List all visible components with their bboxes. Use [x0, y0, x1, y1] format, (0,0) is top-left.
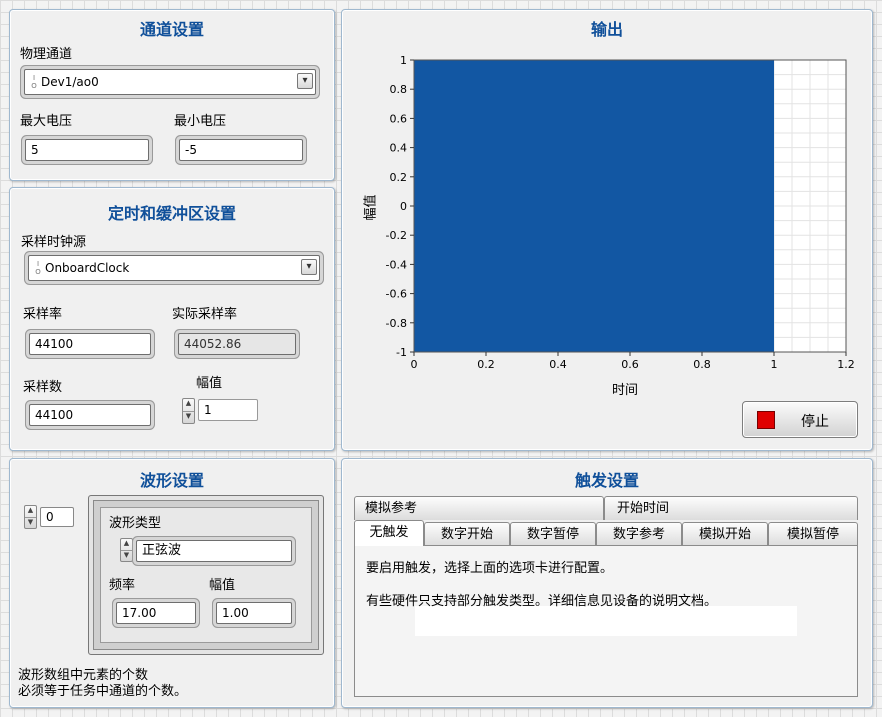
x-axis-ticks: 0 0.2 0.4 0.6 0.8 1 1.2: [411, 352, 855, 371]
y-tick-label: 1: [400, 54, 407, 67]
arrow-down-icon[interactable]: ▼: [183, 411, 194, 423]
trigger-info-text-2: 有些硬件只支持部分触发类型。详细信息见设备的说明文档。: [366, 594, 718, 609]
stop-button[interactable]: 停止: [742, 401, 858, 438]
waveform-type-label: 波形类型: [109, 516, 162, 531]
x-tick-label: 0.2: [477, 358, 495, 371]
x-tick-label: 0: [411, 358, 418, 371]
y-tick-label: -0.6: [386, 288, 407, 301]
tab-analog-pause[interactable]: 模拟暂停: [768, 522, 858, 546]
clock-source-value: OnboardClock: [45, 261, 130, 275]
tab-digital-reference[interactable]: 数字参考: [596, 522, 682, 546]
y-tick-label: -0.4: [386, 258, 407, 271]
physical-channel-label: 物理通道: [20, 47, 73, 62]
tab-start-time[interactable]: 开始时间: [604, 496, 858, 520]
waveform-settings-title: 波形设置: [139, 471, 204, 490]
output-panel: 输出 1 0.8 0.6 0.4 0.2 0 -0.2 -0.4 -0.6 -0.8 -1 0 0.2…: [341, 9, 873, 451]
sample-rate-input[interactable]: 44100: [29, 333, 151, 355]
x-tick-label: 0.6: [621, 358, 639, 371]
tab-no-trigger[interactable]: 无触发: [354, 520, 424, 546]
y-tick-label: -0.2: [386, 229, 407, 242]
trigger-info-text-1: 要启用触发，选择上面的选项卡进行配置。: [366, 561, 614, 576]
trigger-settings-panel: 触发设置 模拟参考 开始时间 无触发 数字开始 数字暂停 数字参考 模拟开始 模…: [341, 458, 873, 708]
amplitude-stepper[interactable]: ▲ ▼: [182, 398, 195, 424]
y-axis-label: 幅值: [363, 194, 379, 221]
clock-source-label: 采样时钟源: [21, 235, 87, 250]
y-axis-ticks: 1 0.8 0.6 0.4 0.2 0 -0.2 -0.4 -0.6 -0.8 -1: [386, 54, 414, 359]
y-tick-label: 0.2: [390, 171, 408, 184]
arrow-up-icon[interactable]: ▲: [183, 399, 194, 411]
chevron-down-icon[interactable]: ▾: [301, 259, 317, 275]
timing-buffer-title: 定时和缓冲区设置: [107, 204, 236, 223]
waveform-type-stepper[interactable]: ▲ ▼: [120, 538, 133, 562]
stop-icon: [757, 411, 775, 429]
waveform-settings-panel: 波形设置 ▲ ▼ 0 波形类型 ▲ ▼ 正弦波 频率 17.00 幅值 1.00…: [9, 458, 335, 708]
arrow-down-icon[interactable]: ▼: [25, 517, 36, 528]
amplitude-input[interactable]: 1: [198, 399, 258, 421]
tab-analog-reference[interactable]: 模拟参考: [354, 496, 604, 520]
min-voltage-input[interactable]: -5: [179, 139, 303, 161]
array-index-stepper[interactable]: ▲ ▼: [24, 505, 37, 529]
waveform-amplitude-label: 幅值: [209, 578, 236, 593]
waveform-amplitude-input[interactable]: 1.00: [216, 602, 292, 624]
y-tick-label: 0.6: [390, 112, 408, 125]
waveform-series-area: [414, 60, 774, 352]
sample-count-input[interactable]: 44100: [29, 404, 151, 426]
io-name-icon: IO: [35, 260, 41, 276]
x-tick-label: 0.8: [693, 358, 711, 371]
x-tick-label: 0.4: [549, 358, 567, 371]
frequency-input[interactable]: 17.00: [116, 602, 196, 624]
min-voltage-label: 最小电压: [174, 114, 227, 129]
chevron-down-icon[interactable]: ▾: [297, 73, 313, 89]
tab-analog-start[interactable]: 模拟开始: [682, 522, 768, 546]
timing-buffer-panel: 定时和缓冲区设置 采样时钟源 IO OnboardClock ▾ 采样率 441…: [9, 187, 335, 451]
physical-channel-value: Dev1/ao0: [41, 75, 99, 89]
array-index-input[interactable]: 0: [40, 507, 74, 527]
actual-rate-display: 44052.86: [178, 333, 296, 355]
y-tick-label: -0.8: [386, 317, 407, 330]
channel-settings-panel: 通道设置 物理通道 IO Dev1/ao0 ▾ 最大电压 5 最小电压 -5: [9, 9, 335, 181]
x-tick-label: 1: [771, 358, 778, 371]
x-axis-label: 时间: [612, 383, 639, 398]
amplitude-label: 幅值: [196, 376, 223, 391]
actual-rate-label: 实际采样率: [172, 307, 238, 322]
x-tick-label: 1.2: [837, 358, 855, 371]
tab-digital-start[interactable]: 数字开始: [424, 522, 510, 546]
sample-rate-label: 采样率: [23, 307, 63, 322]
arrow-down-icon[interactable]: ▼: [121, 550, 132, 561]
io-name-icon: IO: [31, 74, 37, 90]
arrow-up-icon[interactable]: ▲: [25, 506, 36, 517]
y-tick-label: -1: [396, 346, 407, 359]
max-voltage-input[interactable]: 5: [25, 139, 149, 161]
sample-count-label: 采样数: [23, 380, 63, 395]
stop-button-label: 停止: [801, 414, 829, 430]
trigger-settings-title: 触发设置: [574, 471, 639, 490]
arrow-up-icon[interactable]: ▲: [121, 539, 132, 550]
tab-digital-pause[interactable]: 数字暂停: [510, 522, 596, 546]
y-tick-label: 0.4: [390, 142, 408, 155]
max-voltage-label: 最大电压: [20, 114, 73, 129]
frequency-label: 频率: [109, 578, 136, 593]
waveform-type-input[interactable]: 正弦波: [136, 540, 292, 562]
physical-channel-select[interactable]: IO Dev1/ao0 ▾: [24, 69, 316, 95]
y-tick-label: 0: [400, 200, 407, 213]
y-tick-label: 0.8: [390, 83, 408, 96]
clock-source-select[interactable]: IO OnboardClock ▾: [28, 255, 320, 281]
array-note-line2: 必须等于任务中通道的个数。: [18, 684, 188, 699]
channel-settings-title: 通道设置: [139, 20, 204, 39]
output-chart: 1 0.8 0.6 0.4 0.2 0 -0.2 -0.4 -0.6 -0.8 -1 0 0.2 0.4…: [386, 54, 855, 371]
